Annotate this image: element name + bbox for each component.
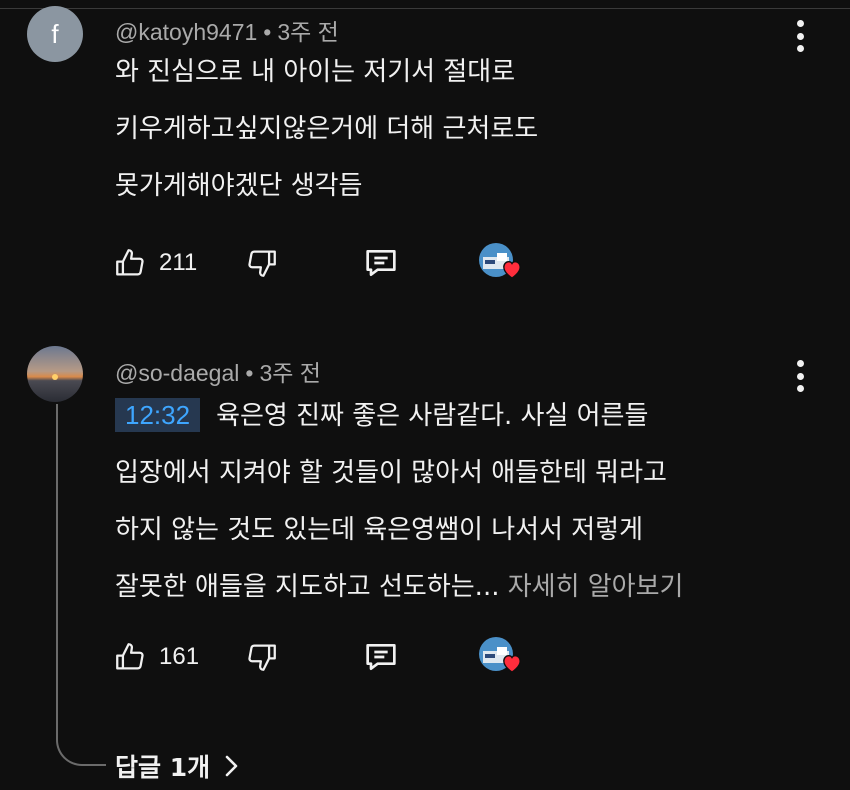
comment-time: 3주 전: [277, 19, 339, 45]
thumbs-down-icon: [248, 644, 276, 671]
more-vert-icon[interactable]: [795, 360, 805, 392]
like-count: 211: [159, 249, 198, 276]
comment-text: 12:32 육은영 진짜 좋은 사람같다. 사실 어른들 입장에서 지켜야 할 것…: [115, 387, 683, 616]
avatar-letter: f: [51, 18, 59, 49]
author-handle[interactable]: @katoyh9471: [115, 19, 257, 45]
thumbs-up-icon: [116, 249, 144, 276]
comment-actions: 161: [113, 635, 573, 679]
comment-line: 잘못한 애들을 지도하고 선도하는... 자세히 알아보기: [115, 572, 684, 602]
reply-icon: [366, 250, 396, 276]
comment-line: 입장에서 지켜야 할 것들이 많아서 애들한테 뭐라고: [115, 458, 667, 488]
sunset-avatar: [27, 346, 83, 402]
comment-time: 3주 전: [259, 360, 321, 386]
heart-icon: [503, 261, 521, 279]
chevron-right-icon: [225, 755, 238, 777]
dislike-button[interactable]: [245, 635, 279, 679]
creator-heart: [479, 635, 525, 679]
separator-dot: •: [263, 19, 272, 45]
comment-meta: @so-daegal • 3주 전: [115, 354, 321, 388]
reply-thread-line: [56, 404, 106, 766]
comment-line: 키우게하고싶지않은거에 더해 근처로도: [115, 114, 539, 144]
author-handle[interactable]: @so-daegal: [115, 360, 239, 386]
like-button[interactable]: 211: [113, 241, 197, 285]
dislike-button[interactable]: [245, 241, 279, 285]
reply-button[interactable]: [361, 635, 401, 679]
comment-text: 와 진심으로 내 아이는 저기서 절대로 키우게하고싶지않은거에 더해 근처로도…: [115, 44, 538, 215]
comment-line: 12:32 육은영 진짜 좋은 사람같다. 사실 어른들: [115, 387, 683, 445]
like-count: 161: [159, 643, 200, 670]
comment-line: 하지 않는 것도 있는데 육은영쌤이 나서서 저렇게: [115, 515, 643, 545]
comment-meta: @katoyh9471 • 3주 전: [115, 13, 339, 47]
heart-icon: [503, 655, 521, 673]
read-more-link[interactable]: 자세히 알아보기: [508, 572, 684, 602]
comment-line: 못가게해야겠단 생각듬: [115, 171, 363, 201]
avatar[interactable]: f: [27, 6, 83, 62]
comment-1: f @katoyh9471 • 3주 전 와 진심으로 내 아이는 저기서 절대로 …: [0, 0, 850, 330]
comment-line: 와 진심으로 내 아이는 저기서 절대로: [115, 57, 516, 87]
avatar[interactable]: [27, 346, 83, 402]
timestamp-link[interactable]: 12:32: [115, 398, 201, 432]
reply-icon: [366, 644, 396, 670]
more-vert-icon[interactable]: [795, 20, 805, 52]
creator-heart: [479, 241, 525, 285]
comment-actions: 211: [113, 241, 573, 285]
replies-label: 답글 1개: [115, 753, 211, 782]
view-replies-button[interactable]: 답글 1개: [115, 748, 240, 784]
like-button[interactable]: 161: [113, 635, 199, 679]
thumbs-down-icon: [248, 250, 276, 277]
thumbs-up-icon: [116, 643, 144, 670]
separator-dot: •: [245, 360, 254, 386]
comment-2: @so-daegal • 3주 전 12:32 육은영 진짜 좋은 사람같다. 사실 …: [0, 330, 850, 790]
reply-button[interactable]: [361, 241, 401, 285]
